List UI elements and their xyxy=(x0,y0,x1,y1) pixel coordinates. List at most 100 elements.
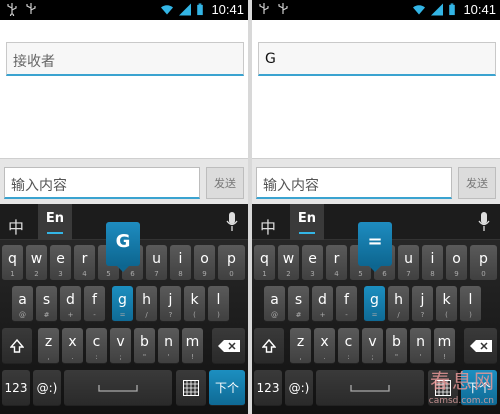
backspace-icon xyxy=(469,339,492,352)
key-e[interactable]: e3 xyxy=(50,245,71,281)
wifi-icon xyxy=(161,5,174,15)
usb-icon xyxy=(259,3,269,14)
space-bar-icon xyxy=(98,384,138,392)
keyboard-grid-icon xyxy=(183,379,199,396)
key-p[interactable]: p0 xyxy=(218,245,245,281)
key-j[interactable]: j? xyxy=(160,286,181,322)
recipient-field[interactable]: G xyxy=(258,42,496,76)
key-x[interactable]: x. xyxy=(62,328,83,364)
key-g[interactable]: g = xyxy=(364,286,385,322)
key-c[interactable]: c: xyxy=(86,328,107,364)
key-p[interactable]: p0 xyxy=(470,245,497,281)
keyboard-grid-key[interactable] xyxy=(176,370,206,406)
key-v[interactable]: v; xyxy=(362,328,383,364)
key-a[interactable]: a @ xyxy=(264,286,285,322)
recipient-field[interactable]: 接收者 xyxy=(6,42,244,76)
key-r[interactable]: r4 xyxy=(326,245,347,281)
message-input[interactable]: 输入内容 xyxy=(4,167,200,199)
key-x[interactable]: x. xyxy=(314,328,335,364)
emoji-key[interactable]: @:) xyxy=(285,370,313,406)
signal-icon xyxy=(179,3,192,16)
key-h[interactable]: h / xyxy=(388,286,409,322)
key-e[interactable]: e3 xyxy=(302,245,323,281)
numbers-key[interactable]: 123 xyxy=(254,370,282,406)
key-z[interactable]: z, xyxy=(290,328,311,364)
mic-icon[interactable] xyxy=(478,212,490,232)
key-g[interactable]: g = xyxy=(112,286,133,322)
lang-english-toggle[interactable]: En xyxy=(290,204,324,240)
watermark-url: camsd.com.cn xyxy=(428,396,494,406)
shift-icon xyxy=(10,338,24,353)
key-o[interactable]: o9 xyxy=(194,245,215,281)
key-l[interactable]: l) xyxy=(208,286,229,322)
signal-icon xyxy=(431,3,444,16)
send-button[interactable]: 发送 xyxy=(458,167,496,199)
status-time: 10:41 xyxy=(211,2,244,17)
usb-icon xyxy=(7,3,17,16)
watermark: 春息网 camsd.com.cn xyxy=(384,358,496,408)
battery-icon xyxy=(197,3,204,16)
key-k[interactable]: k( xyxy=(184,286,205,322)
key-j[interactable]: j? xyxy=(412,286,433,322)
key-l[interactable]: l) xyxy=(460,286,481,322)
lang-chinese-toggle[interactable]: 中 xyxy=(260,214,276,238)
shift-key[interactable] xyxy=(254,328,284,364)
key-s[interactable]: s # xyxy=(36,286,57,322)
key-b[interactable]: b " xyxy=(134,328,155,364)
key-i[interactable]: i8 xyxy=(422,245,443,281)
key-row-2: a @ s # d + f- g = h / j? k( l) xyxy=(252,286,500,322)
numbers-key[interactable]: 123 xyxy=(2,370,30,406)
shift-icon xyxy=(262,338,276,353)
key-i[interactable]: i8 xyxy=(170,245,191,281)
key-a[interactable]: a @ xyxy=(12,286,33,322)
key-n[interactable]: n ' xyxy=(158,328,179,364)
phone-screen-left: 10:41 接收者 输入内容 发送 中 En q1 w2 e3 r4 t5 y6… xyxy=(0,0,248,414)
key-d[interactable]: d + xyxy=(312,286,333,322)
key-row-2: a @ s # d + f- g = h / j? k( l) xyxy=(0,286,248,322)
backspace-key[interactable] xyxy=(212,328,245,364)
key-u[interactable]: u7 xyxy=(398,245,419,281)
key-f[interactable]: f- xyxy=(84,286,105,322)
key-q[interactable]: q1 xyxy=(254,245,275,281)
key-row-3: z, x. c: v; b " n ' m! xyxy=(0,328,248,364)
shift-key[interactable] xyxy=(2,328,32,364)
key-w[interactable]: w2 xyxy=(26,245,47,281)
key-o[interactable]: o9 xyxy=(446,245,467,281)
usb-icon xyxy=(26,3,36,14)
wifi-icon xyxy=(413,5,426,15)
key-h[interactable]: h / xyxy=(136,286,157,322)
send-button[interactable]: 发送 xyxy=(206,167,244,199)
space-key[interactable] xyxy=(64,370,172,406)
key-v[interactable]: v; xyxy=(110,328,131,364)
status-bar: 10:41 xyxy=(252,0,500,20)
key-preview-popup: G xyxy=(106,222,140,272)
compose-bar: 输入内容 发送 xyxy=(252,158,500,204)
key-m[interactable]: m! xyxy=(182,328,203,364)
key-u[interactable]: u7 xyxy=(146,245,167,281)
lang-chinese-toggle[interactable]: 中 xyxy=(8,214,24,238)
key-f[interactable]: f- xyxy=(336,286,357,322)
key-row-4: 123 @:) 下个 xyxy=(0,370,248,406)
watermark-text: 春息网 xyxy=(430,369,496,393)
phone-screen-right: 10:41 G 输入内容 发送 中 En q1 w2 e3 r4 t5 y6 u… xyxy=(252,0,500,414)
key-z[interactable]: z, xyxy=(38,328,59,364)
key-r[interactable]: r4 xyxy=(74,245,95,281)
key-k[interactable]: k( xyxy=(436,286,457,322)
key-c[interactable]: c: xyxy=(338,328,359,364)
next-key[interactable]: 下个 xyxy=(209,370,245,406)
compose-bar: 输入内容 发送 xyxy=(0,158,248,204)
key-w[interactable]: w2 xyxy=(278,245,299,281)
backspace-icon xyxy=(217,339,240,352)
mic-icon[interactable] xyxy=(226,212,238,232)
key-s[interactable]: s # xyxy=(288,286,309,322)
key-q[interactable]: q1 xyxy=(2,245,23,281)
battery-icon xyxy=(449,3,456,16)
status-bar: 10:41 xyxy=(0,0,248,20)
message-input[interactable]: 输入内容 xyxy=(256,167,452,199)
key-preview-popup: = xyxy=(358,222,392,272)
emoji-key[interactable]: @:) xyxy=(33,370,61,406)
status-time: 10:41 xyxy=(463,2,496,17)
lang-english-toggle[interactable]: En xyxy=(38,204,72,240)
usb-icon xyxy=(278,3,288,14)
key-d[interactable]: d + xyxy=(60,286,81,322)
